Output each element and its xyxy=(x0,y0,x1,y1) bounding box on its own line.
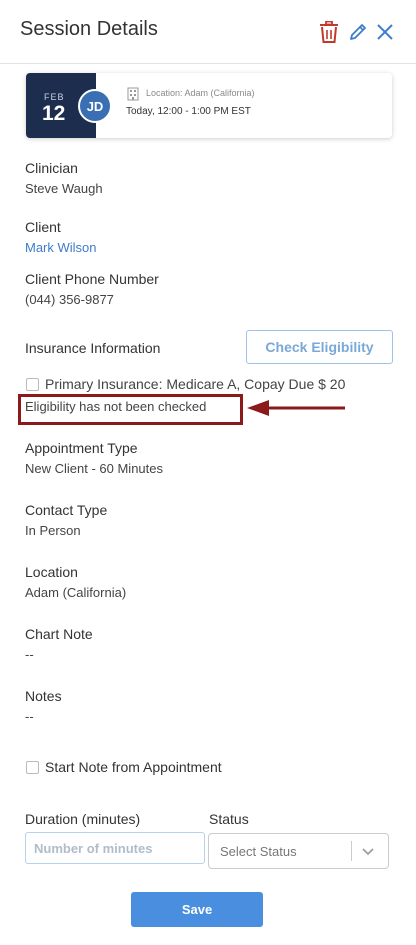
clinician-value: Steve Waugh xyxy=(25,181,103,196)
eligibility-status: Eligibility has not been checked xyxy=(25,399,207,414)
appointment-day: 12 xyxy=(42,102,66,125)
primary-insurance-checkbox[interactable] xyxy=(26,378,39,391)
header: Session Details xyxy=(0,0,416,64)
location-value: Adam (California) xyxy=(25,585,127,600)
page-title: Session Details xyxy=(20,18,158,40)
notes-value: -- xyxy=(25,709,34,724)
start-note-checkbox[interactable] xyxy=(26,761,39,774)
save-button[interactable]: Save xyxy=(131,892,263,927)
appointment-type-value: New Client - 60 Minutes xyxy=(25,461,163,476)
contact-type-value: In Person xyxy=(25,523,81,538)
start-note-label: Start Note from Appointment xyxy=(45,759,222,775)
notes-label: Notes xyxy=(25,688,62,704)
phone-label: Client Phone Number xyxy=(25,271,159,287)
contact-type-label: Contact Type xyxy=(25,502,108,518)
avatar: JD xyxy=(78,89,112,123)
time-line: Today, 12:00 - 1:00 PM EST xyxy=(126,106,251,117)
trash-icon[interactable] xyxy=(317,20,341,44)
appointment-card: FEB 12 JD Location: Adam (California) To… xyxy=(26,73,392,138)
appointment-type-label: Appointment Type xyxy=(25,440,138,456)
duration-label: Duration (minutes) xyxy=(25,811,141,827)
location-label: Location xyxy=(25,564,78,580)
insurance-label: Insurance Information xyxy=(25,340,161,356)
close-icon[interactable] xyxy=(373,20,397,44)
chevron-down-icon[interactable] xyxy=(361,844,375,863)
appointment-month: FEB xyxy=(44,92,65,102)
chart-note-value: -- xyxy=(25,647,34,662)
select-divider xyxy=(351,841,352,861)
client-link[interactable]: Mark Wilson xyxy=(25,240,97,255)
chart-note-label: Chart Note xyxy=(25,626,93,642)
primary-insurance-text: Primary Insurance: Medicare A, Copay Due… xyxy=(45,376,346,392)
client-label: Client xyxy=(25,219,61,235)
check-eligibility-button[interactable]: Check Eligibility xyxy=(246,330,393,364)
status-select[interactable]: Select Status xyxy=(208,833,389,869)
status-value: Select Status xyxy=(220,844,297,859)
duration-input[interactable] xyxy=(25,832,205,864)
annotation-arrow-icon xyxy=(247,398,347,423)
phone-value: (044) 356-9877 xyxy=(25,292,114,307)
building-icon xyxy=(127,87,139,106)
location-line: Location: Adam (California) xyxy=(146,88,255,98)
clinician-label: Clinician xyxy=(25,160,78,176)
pencil-icon[interactable] xyxy=(346,20,370,44)
status-label: Status xyxy=(209,811,249,827)
